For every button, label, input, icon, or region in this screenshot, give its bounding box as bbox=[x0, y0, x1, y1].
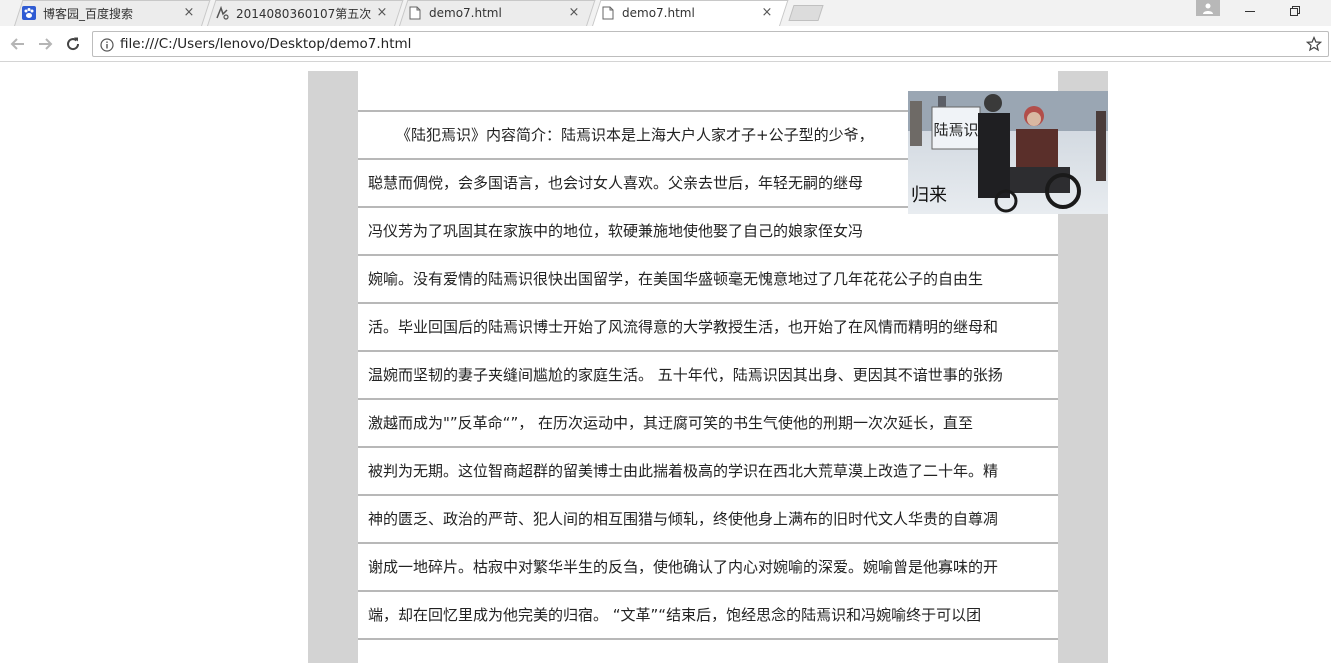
tab-title: 2014080360107第五次 bbox=[236, 6, 372, 21]
article-line: 温婉而坚韧的妻子夹缝间尴尬的家庭生活。 五十年代，陆焉识因其出身、更因其不谙世事… bbox=[358, 350, 1058, 398]
minimize-icon[interactable] bbox=[1227, 0, 1272, 22]
bookmark-star-icon[interactable] bbox=[1305, 35, 1323, 52]
browser-toolbar: file:///C:/Users/lenovo/Desktop/demo7.ht… bbox=[0, 26, 1331, 62]
article-line: 婉喻。没有爱情的陆焉识很快出国留学，在美国华盛顿毫无愧意地过了几年花花公子的自由… bbox=[358, 254, 1058, 302]
article-line-text: 端，却在回忆里成为他完美的归宿。 “文革”“结束后，饱经思念的陆焉识和冯婉喻终于… bbox=[368, 606, 982, 624]
article-line-text: 婉喻。没有爱情的陆焉识很快出国留学，在美国华盛顿毫无愧意地过了几年花花公子的自由… bbox=[368, 270, 984, 288]
close-tab-icon[interactable]: × bbox=[759, 5, 775, 21]
movie-still-image: 陆焉识 归来 bbox=[908, 91, 1108, 214]
back-arrow-icon[interactable] bbox=[8, 34, 28, 54]
info-icon[interactable] bbox=[100, 37, 114, 52]
tab-demo7[interactable]: demo7.html bbox=[408, 0, 558, 26]
tab-strip: 博客园_百度搜索 × 2014080360107第五次 × demo7.html… bbox=[0, 0, 1331, 26]
article-line-text: 被判为无期。这位智商超群的留美博士由此揣着极高的学识在西北大荒草漠上改造了二十年… bbox=[368, 462, 999, 480]
tab-demo7-active[interactable]: demo7.html bbox=[601, 0, 751, 26]
article-line: 端，却在回忆里成为他完美的归宿。 “文革”“结束后，饱经思念的陆焉识和冯婉喻终于… bbox=[358, 590, 1058, 638]
profile-icon[interactable] bbox=[1196, 0, 1220, 16]
article-line-text: 温婉而坚韧的妻子夹缝间尴尬的家庭生活。 五十年代，陆焉识因其出身、更因其不谙世事… bbox=[368, 366, 1003, 384]
article-line: 激越而成为"”反革命“”， 在历次运动中，其迂腐可笑的书生气使他的刑期一次次延长… bbox=[358, 398, 1058, 446]
new-tab-button[interactable] bbox=[788, 5, 824, 21]
article-line-text: 神的匮乏、政治的严苛、犯人间的相互围猎与倾轧，终使他身上满布的旧时代文人华贵的自… bbox=[368, 510, 999, 528]
page-icon bbox=[408, 6, 422, 20]
address-url[interactable]: file:///C:/Users/lenovo/Desktop/demo7.ht… bbox=[120, 32, 411, 56]
article-line bbox=[358, 638, 1058, 663]
article-line-text: 谢成一地碎片。枯寂中对繁华半生的反刍，使他确认了内心对婉喻的深爱。婉喻曾是他寡味… bbox=[368, 558, 999, 576]
close-tab-icon[interactable]: × bbox=[374, 5, 390, 21]
article-line: 谢成一地碎片。枯寂中对繁华半生的反刍，使他确认了内心对婉喻的深爱。婉喻曾是他寡味… bbox=[358, 542, 1058, 590]
article-line: 神的匮乏、政治的严苛、犯人间的相互围猎与倾轧，终使他身上满布的旧时代文人华贵的自… bbox=[358, 494, 1058, 542]
tab-blog-post[interactable]: 2014080360107第五次 bbox=[215, 0, 373, 26]
sign-text: 陆焉识 bbox=[933, 121, 978, 139]
restore-icon[interactable] bbox=[1272, 0, 1317, 22]
calligraphy-text: 归来 bbox=[911, 185, 947, 206]
page-icon bbox=[601, 6, 615, 20]
article-line-text: 活。毕业回国后的陆焉识博士开始了风流得意的大学教授生活，也开始了在风情而精明的继… bbox=[368, 318, 999, 336]
page-viewport: 《陆犯焉识》内容简介：陆焉识本是上海大户人家才子+公子型的少爷， 聪慧而倜傥，会… bbox=[0, 63, 1331, 663]
blog-icon bbox=[215, 6, 229, 20]
tab-baidu-search[interactable]: 博客园_百度搜索 bbox=[22, 0, 182, 26]
article-line-text: 聪慧而倜傥，会多国语言，也会讨女人喜欢。父亲去世后，年轻无嗣的继母 bbox=[368, 174, 864, 192]
tab-title: demo7.html bbox=[429, 6, 502, 20]
article-line-text: 激越而成为"”反革命“”， 在历次运动中，其迂腐可笑的书生气使他的刑期一次次延长… bbox=[368, 414, 973, 432]
article-line: 被判为无期。这位智商超群的留美博士由此揣着极高的学识在西北大荒草漠上改造了二十年… bbox=[358, 446, 1058, 494]
close-tab-icon[interactable]: × bbox=[566, 5, 582, 21]
tab-title: 博客园_百度搜索 bbox=[43, 6, 134, 21]
close-tab-icon[interactable]: × bbox=[181, 5, 197, 21]
article-line: 活。毕业回国后的陆焉识博士开始了风流得意的大学教授生活，也开始了在风情而精明的继… bbox=[358, 302, 1058, 350]
forward-arrow-icon[interactable] bbox=[35, 34, 55, 54]
article-line-text: 《陆犯焉识》内容简介：陆焉识本是上海大户人家才子+公子型的少爷， bbox=[396, 126, 874, 144]
article-line-text: 冯仪芳为了巩固其在家族中的地位，软硬兼施地使他娶了自己的娘家侄女冯 bbox=[368, 222, 864, 240]
baidu-paw-icon bbox=[22, 6, 36, 20]
reload-icon[interactable] bbox=[63, 34, 83, 54]
tab-title: demo7.html bbox=[622, 6, 695, 20]
address-bar[interactable]: file:///C:/Users/lenovo/Desktop/demo7.ht… bbox=[92, 31, 1329, 57]
